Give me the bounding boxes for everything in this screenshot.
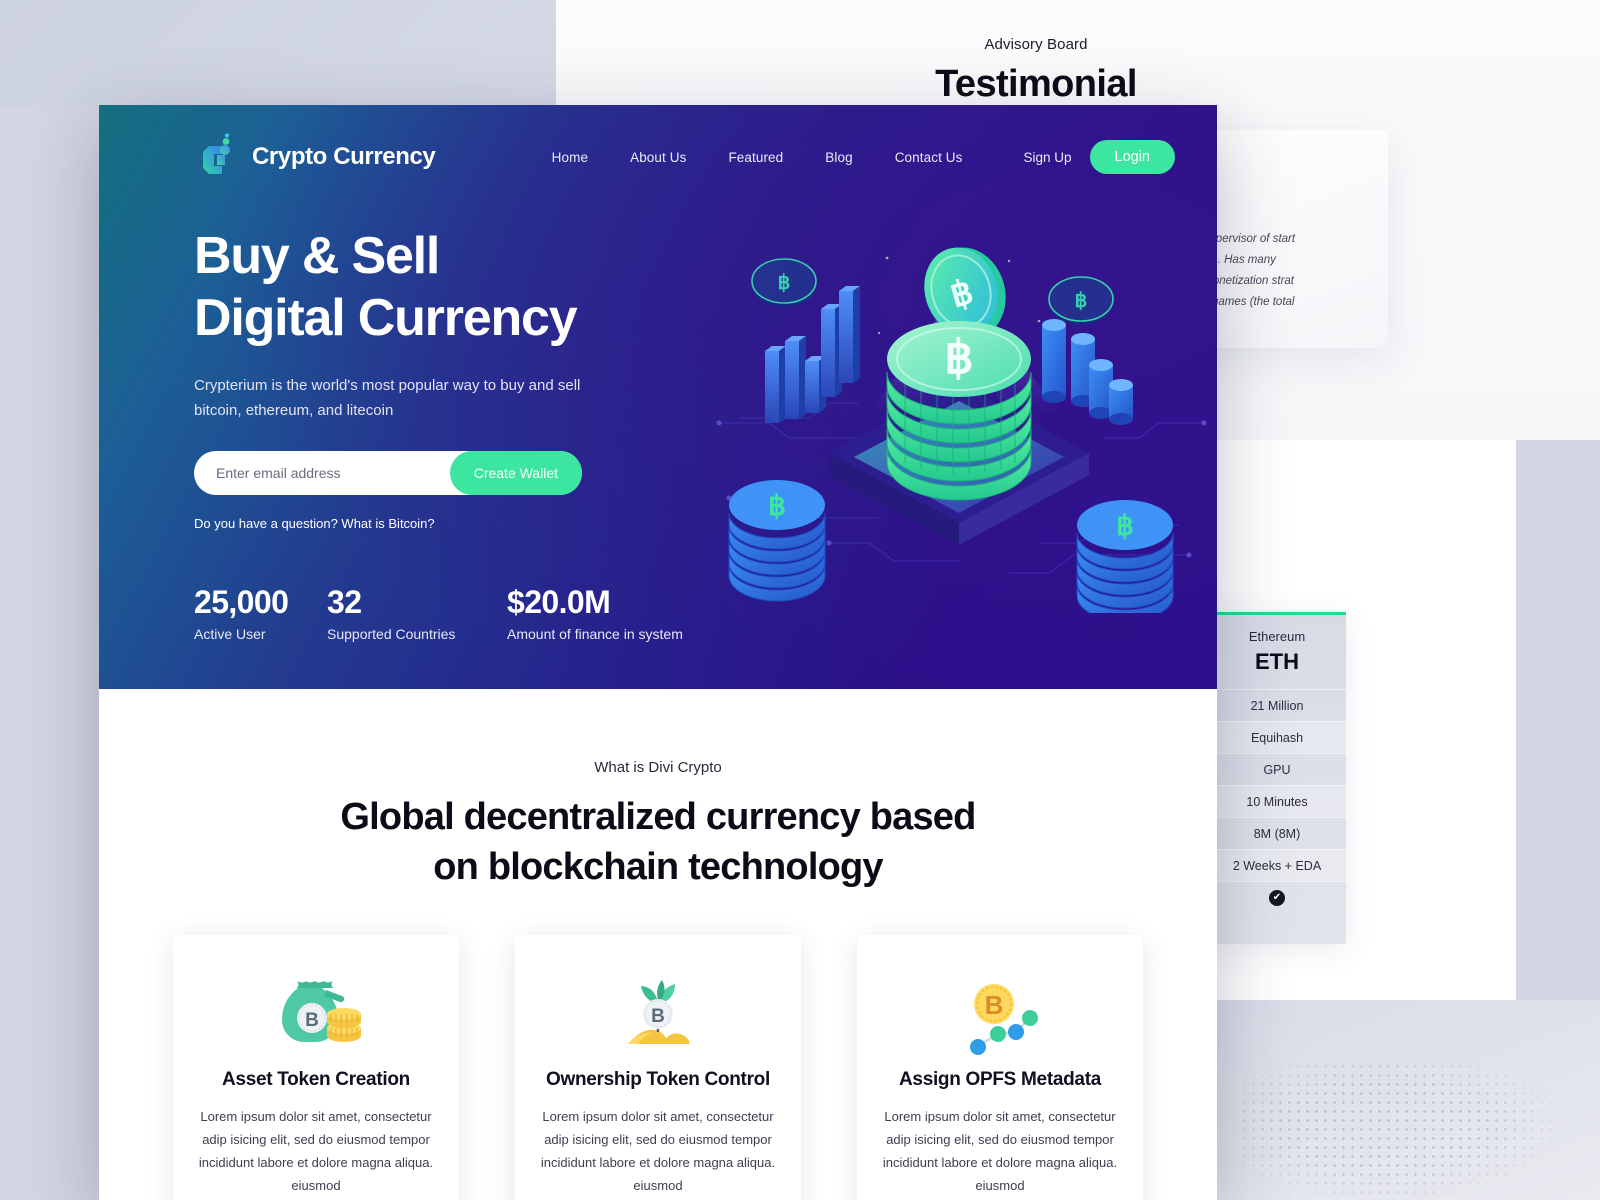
table-row: GPU	[1208, 753, 1346, 785]
feature-card-text: Lorem ipsum dolor sit amet, consectetur …	[198, 1109, 434, 1193]
stat-label: Active User	[194, 626, 266, 642]
stat-label: Amount of finance in system	[507, 626, 683, 642]
check-icon: ✔	[1269, 889, 1285, 906]
section-eyebrow: What is Divi Crypto	[594, 759, 722, 776]
svg-text:฿: ฿	[778, 272, 791, 294]
brand-logo[interactable]: Crypto Currency	[194, 132, 436, 182]
coin-symbol: ETH	[1255, 649, 1299, 674]
background-bottom-panel	[1196, 1000, 1600, 1200]
stat-value: 25,000	[194, 584, 289, 620]
table-row: 21 Million	[1208, 689, 1346, 721]
section-title-line-1: Global decentralized currency based	[340, 796, 976, 838]
stat-supported-countries: 32 Supported Countries	[327, 581, 507, 642]
create-wallet-button[interactable]: Create Wallet	[449, 451, 582, 495]
dotted-world-map-graphic	[1240, 1062, 1600, 1200]
landing-page-card: Crypto Currency Home About Us Featured B…	[99, 105, 1217, 1200]
signup-link[interactable]: Sign Up	[1023, 150, 1071, 165]
table-row: Equihash	[1208, 721, 1346, 753]
section-title-line-2: on blockchain technology	[433, 846, 883, 888]
nav-item-home[interactable]: Home	[531, 150, 609, 165]
section-title: Global decentralized currency based on b…	[99, 792, 1217, 892]
svg-text:B: B	[305, 1010, 319, 1031]
email-signup-form: Create Wallet	[194, 451, 582, 495]
svg-text:B: B	[651, 1006, 665, 1027]
feature-card-title: Asset Token Creation	[222, 1069, 410, 1090]
feature-card-asset-token-creation[interactable]: B Asset Token Creation Lorem ipsum dolor…	[173, 935, 459, 1200]
feature-cards-row: B Asset Token Creation Lorem ipsum dolor…	[99, 935, 1217, 1200]
testimonial-title: Testimonial	[935, 63, 1137, 105]
table-row: 10 Minutes	[1208, 785, 1346, 817]
svg-text:฿: ฿	[944, 331, 973, 383]
feature-card-title: Ownership Token Control	[546, 1069, 770, 1090]
hero-content: Buy & Sell Digital Currency Crypterium i…	[99, 183, 659, 531]
table-row: 2 Weeks + EDA	[1208, 849, 1346, 881]
bitcoin-question-link[interactable]: Do you have a question? What is Bitcoin?	[194, 516, 659, 531]
nav-item-blog[interactable]: Blog	[804, 150, 873, 165]
crypto-currency-logo-icon	[194, 132, 240, 182]
money-bag-bitcoin-icon: B	[197, 967, 435, 1059]
bitcoin-sprout-icon: B	[539, 967, 777, 1059]
background-testimonial-header: Advisory Board Testimonial	[556, 36, 1516, 106]
nav-item-featured[interactable]: Featured	[707, 150, 804, 165]
feature-card-ownership-token-control[interactable]: B Ownership Token Control Lorem ipsum do…	[515, 935, 801, 1200]
stat-label: Supported Countries	[327, 626, 456, 642]
table-row-check: ✔	[1208, 881, 1346, 913]
hero-title-line-1: Buy & Sell	[194, 227, 440, 285]
email-input[interactable]	[194, 465, 450, 481]
svg-text:B: B	[985, 990, 1004, 1020]
hero-section: Crypto Currency Home About Us Featured B…	[99, 105, 1217, 689]
top-navigation-bar: Crypto Currency Home About Us Featured B…	[99, 105, 1217, 183]
login-button[interactable]: Login	[1089, 140, 1175, 174]
hero-stats-row: 25,000 Active User 32 Supported Countrie…	[194, 581, 683, 642]
hero-subtitle: Crypterium is the world's most popular w…	[194, 377, 581, 419]
nav-item-about-us[interactable]: About Us	[609, 150, 707, 165]
stat-amount-of-finance: $20.0M Amount of finance in system	[507, 584, 683, 642]
hero-title-line-2: Digital Currency	[194, 289, 578, 347]
crypto-coins-illustration: ฿ ฿ ฿ ฿ ฿ ฿	[709, 213, 1209, 622]
svg-text:฿: ฿	[1075, 290, 1088, 312]
stat-active-user: 25,000 Active User	[194, 584, 327, 642]
stat-value: 32	[327, 584, 362, 620]
nav-item-contact-us[interactable]: Contact Us	[874, 150, 984, 165]
coin-name: Ethereum	[1248, 629, 1306, 644]
features-section: What is Divi Crypto Global decentralized…	[99, 689, 1217, 1200]
nav-links-group: Home About Us Featured Blog Contact Us S…	[531, 140, 1175, 174]
background-left-panel	[0, 0, 556, 108]
feature-card-assign-opfs-metadata[interactable]: B Assign OPFS Metadata Lorem ipsum dolor…	[857, 935, 1143, 1200]
table-row: 8M (8M)	[1208, 817, 1346, 849]
feature-card-title: Assign OPFS Metadata	[899, 1069, 1101, 1090]
feature-card-text: Lorem ipsum dolor sit amet, consectetur …	[882, 1109, 1118, 1193]
hero-title: Buy & Sell Digital Currency	[194, 225, 659, 349]
svg-text:฿: ฿	[768, 490, 786, 521]
brand-name: Crypto Currency	[252, 143, 436, 170]
svg-text:฿: ฿	[1116, 510, 1134, 541]
background-spec-table: Ethereum ETH 21 Million Equihash GPU 10 …	[1208, 612, 1346, 944]
bitcoin-network-icon: B	[881, 967, 1119, 1059]
stat-value: $20.0M	[507, 584, 611, 620]
advisory-board-label: Advisory Board	[984, 36, 1088, 53]
feature-card-text: Lorem ipsum dolor sit amet, consectetur …	[540, 1109, 776, 1193]
table-header: Ethereum ETH	[1208, 615, 1346, 689]
